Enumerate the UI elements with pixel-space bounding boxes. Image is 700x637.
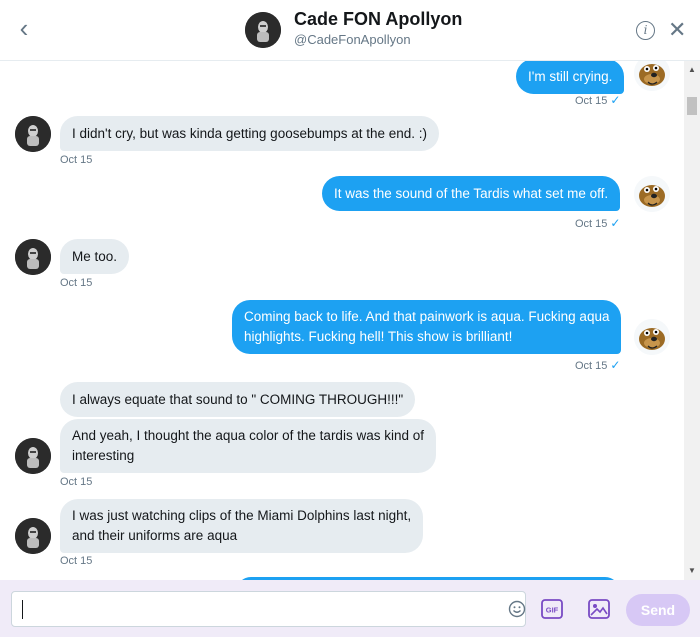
avatar[interactable] — [634, 176, 670, 212]
message-meta: Oct 15 ✓ — [575, 216, 620, 230]
timestamp: Oct 15 — [575, 218, 608, 230]
avatar[interactable] — [634, 319, 670, 355]
emoji-icon[interactable] — [508, 600, 526, 618]
message-bubble-received[interactable]: And yeah, I thought the aqua color of th… — [60, 419, 436, 473]
message-text: interesting — [72, 448, 135, 463]
message-text: It was the sound of the Tardis what set … — [334, 186, 609, 201]
contact-handle: @CadeFonApollyon — [294, 32, 411, 47]
message-meta: Oct 15 — [60, 154, 92, 166]
text-caret — [22, 600, 23, 619]
read-check-icon: ✓ — [610, 93, 621, 107]
gif-label: GIF — [546, 606, 559, 615]
avatar[interactable] — [15, 239, 51, 275]
send-button[interactable]: Send — [626, 594, 690, 626]
close-icon[interactable]: ✕ — [668, 18, 686, 42]
message-meta: Oct 15 ✓ — [575, 93, 620, 107]
message-text: highlights. Fucking hell! This show is b… — [244, 329, 513, 344]
timestamp: Oct 15 — [60, 555, 93, 567]
timestamp: Oct 15 — [60, 476, 93, 488]
message-meta: Oct 15 — [60, 277, 92, 289]
scrollbar[interactable]: ▲ ▼ — [684, 61, 700, 580]
message-meta: Oct 15 — [60, 555, 92, 567]
timestamp: Oct 15 — [575, 360, 608, 372]
scroll-down-icon[interactable]: ▼ — [684, 566, 700, 576]
back-icon[interactable]: ‹ — [12, 14, 36, 44]
message-text: I'm still crying. — [528, 69, 613, 84]
message-text: I didn't cry, but was kinda getting goos… — [72, 126, 428, 141]
avatar[interactable] — [15, 438, 51, 474]
message-bubble-received[interactable]: Me too. — [60, 239, 130, 274]
avatar[interactable] — [245, 12, 281, 48]
message-meta: Oct 15 ✓ — [575, 358, 620, 372]
contact-name[interactable]: Cade FON Apollyon — [294, 9, 462, 30]
message-input[interactable] — [11, 591, 526, 627]
message-bubble-received[interactable]: I was just watching clips of the Miami D… — [60, 499, 424, 553]
timestamp: Oct 15 — [60, 277, 93, 289]
message-list: I'm still crying. Oct 15 ✓ I didn't cry, … — [0, 61, 684, 580]
message-bubble-sent[interactable]: It was the sound of the Tardis what set … — [322, 176, 621, 211]
conversation-header: ‹ Cade FON Apollyon @CadeFonApollyon i ✕ — [0, 0, 700, 61]
scroll-thumb[interactable] — [687, 97, 697, 115]
timestamp: Oct 15 — [60, 154, 93, 166]
avatar[interactable] — [15, 518, 51, 554]
timestamp: Oct 15 — [575, 95, 608, 107]
message-text: I always equate that sound to " COMING T… — [72, 392, 404, 407]
scroll-up-icon[interactable]: ▲ — [684, 65, 700, 75]
read-check-icon: ✓ — [610, 216, 621, 230]
image-icon[interactable] — [588, 599, 610, 619]
message-bubble-sent[interactable]: Coming back to life. And that painwork i… — [232, 300, 622, 354]
avatar[interactable] — [634, 61, 670, 91]
message-bubble-received[interactable]: I always equate that sound to " COMING T… — [60, 382, 416, 417]
message-text: And yeah, I thought the aqua color of th… — [72, 428, 424, 443]
gif-icon[interactable]: GIF — [541, 599, 563, 619]
message-meta: Oct 15 — [60, 476, 92, 488]
message-composer: GIF Send — [0, 580, 700, 637]
message-bubble-sent[interactable]: I'm still crying. — [516, 61, 625, 94]
read-check-icon: ✓ — [610, 358, 621, 372]
avatar[interactable] — [15, 116, 51, 152]
message-text: Me too. — [72, 249, 118, 264]
message-text: Coming back to life. And that painwork i… — [244, 309, 610, 324]
message-text: I was just watching clips of the Miami D… — [72, 508, 412, 523]
message-text: and their uniforms are aqua — [72, 528, 238, 543]
info-icon[interactable]: i — [636, 21, 655, 40]
message-bubble-received[interactable]: I didn't cry, but was kinda getting goos… — [60, 116, 440, 151]
